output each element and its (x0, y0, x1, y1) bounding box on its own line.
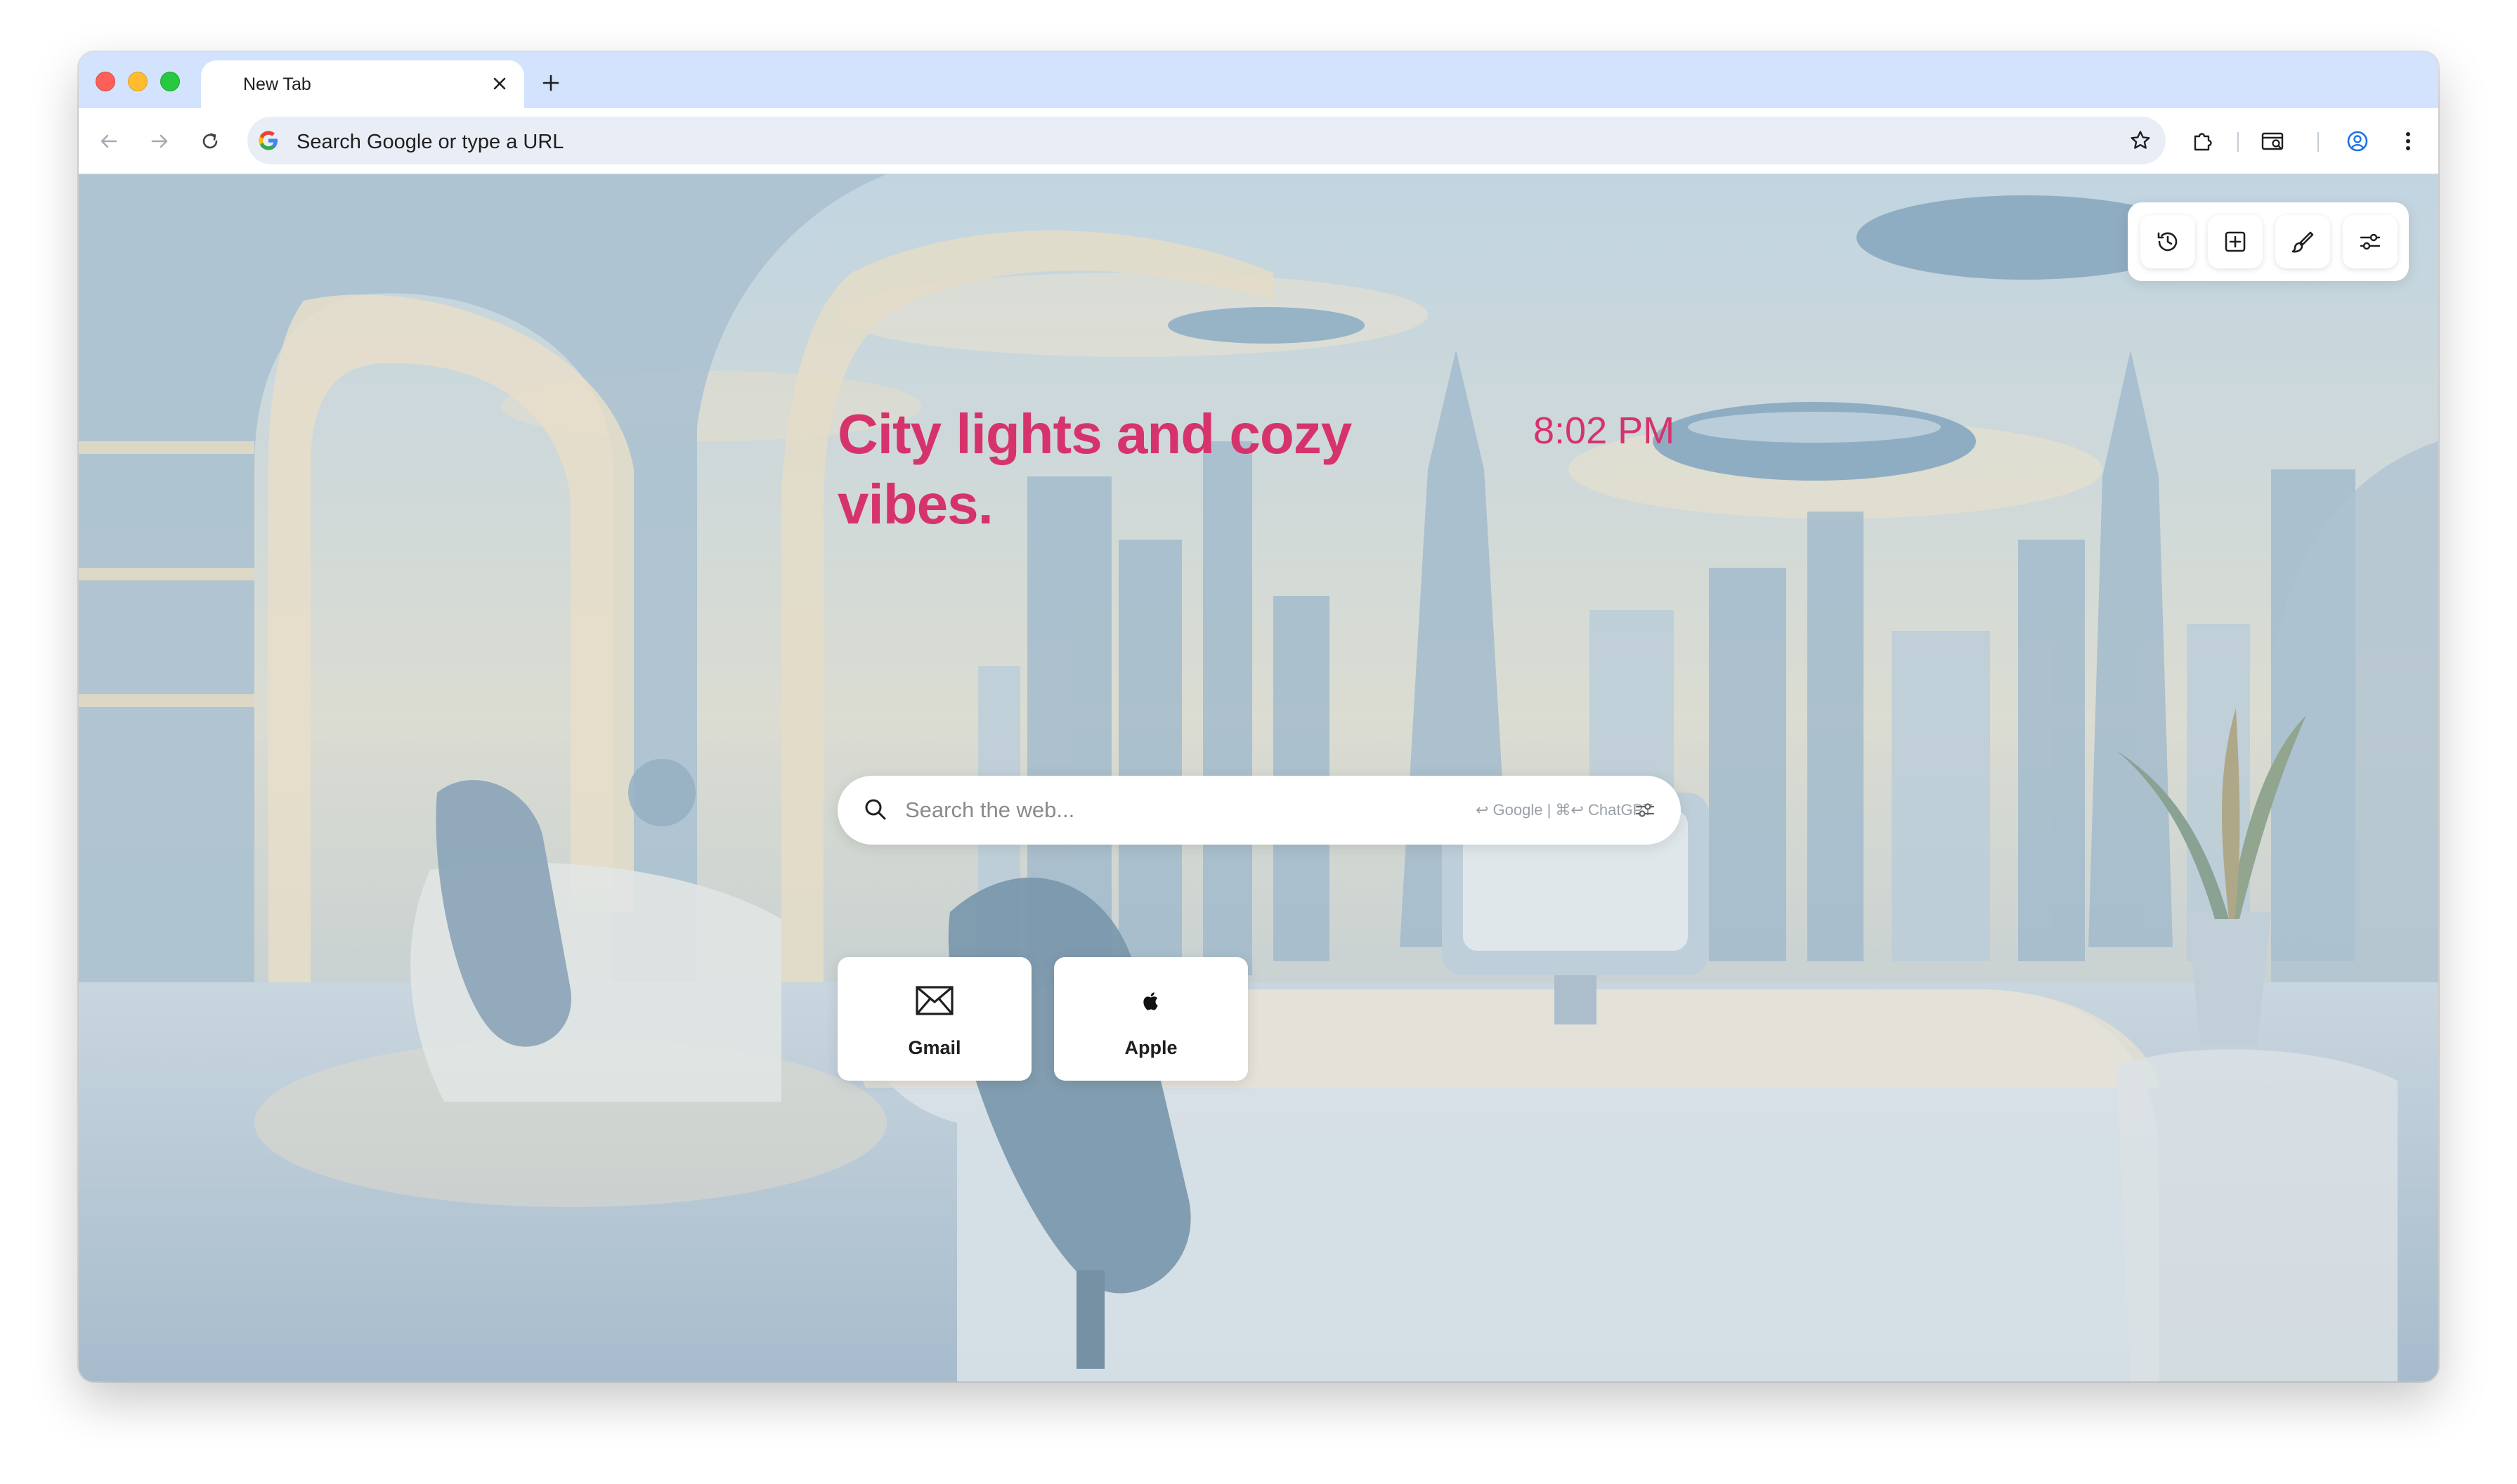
profile-avatar-icon[interactable] (2340, 124, 2375, 159)
tab-title: New Tab (243, 74, 311, 94)
extensions-puzzle-icon[interactable] (2185, 124, 2220, 159)
search-icon (865, 799, 886, 820)
mail-icon (915, 981, 954, 1020)
tab-close-icon[interactable] (485, 69, 514, 98)
new-tab-page: City lights and cozy vibes. 8:02 PM ↩ Go… (79, 174, 2438, 1381)
search-input[interactable] (905, 791, 1411, 829)
address-bar-placeholder: Search Google or type a URL (297, 131, 564, 153)
bookmark-star-icon[interactable] (2126, 126, 2154, 155)
minimize-window-button[interactable] (128, 72, 148, 91)
browser-window: New Tab Search Google or type a URL City… (79, 52, 2438, 1381)
shortcut-label: Gmail (908, 1037, 961, 1058)
paint-brush-icon[interactable] (2275, 215, 2330, 268)
tab-search-icon[interactable] (2256, 124, 2291, 159)
history-icon[interactable] (2140, 215, 2195, 268)
more-menu-icon[interactable] (2391, 124, 2426, 159)
tab-new-tab[interactable]: New Tab (201, 60, 524, 108)
google-logo-icon (259, 131, 278, 150)
clock: 8:02 PM (1533, 410, 1675, 452)
shortcut-gmail[interactable]: Gmail (838, 957, 1032, 1081)
add-square-icon[interactable] (2208, 215, 2263, 268)
shortcut-label: Apple (1124, 1037, 1178, 1058)
reload-icon[interactable] (193, 124, 228, 159)
search-engine-hint: ↩ Google | ⌘↩ ChatGPT (1476, 801, 1653, 819)
new-tab-plus-icon[interactable] (535, 67, 566, 98)
sliders-icon[interactable] (2343, 215, 2398, 268)
tab-strip: New Tab (79, 52, 2438, 108)
maximize-window-button[interactable] (160, 72, 180, 91)
browser-toolbar: Search Google or type a URL (79, 108, 2438, 174)
forward-arrow-icon[interactable] (142, 124, 177, 159)
tagline: City lights and cozy vibes. (838, 403, 1352, 535)
search-bar[interactable]: ↩ Google | ⌘↩ ChatGPT (838, 776, 1681, 845)
toolbar-divider (2317, 132, 2319, 152)
back-arrow-icon[interactable] (91, 124, 126, 159)
search-settings-sliders-icon[interactable] (1630, 795, 1660, 825)
toolbar-divider (2237, 132, 2239, 152)
quick-actions-panel (2128, 202, 2409, 281)
shortcut-apple[interactable]: Apple (1054, 957, 1248, 1081)
apple-logo-icon (1131, 981, 1171, 1020)
address-bar[interactable]: Search Google or type a URL (247, 117, 2166, 164)
close-window-button[interactable] (96, 72, 115, 91)
